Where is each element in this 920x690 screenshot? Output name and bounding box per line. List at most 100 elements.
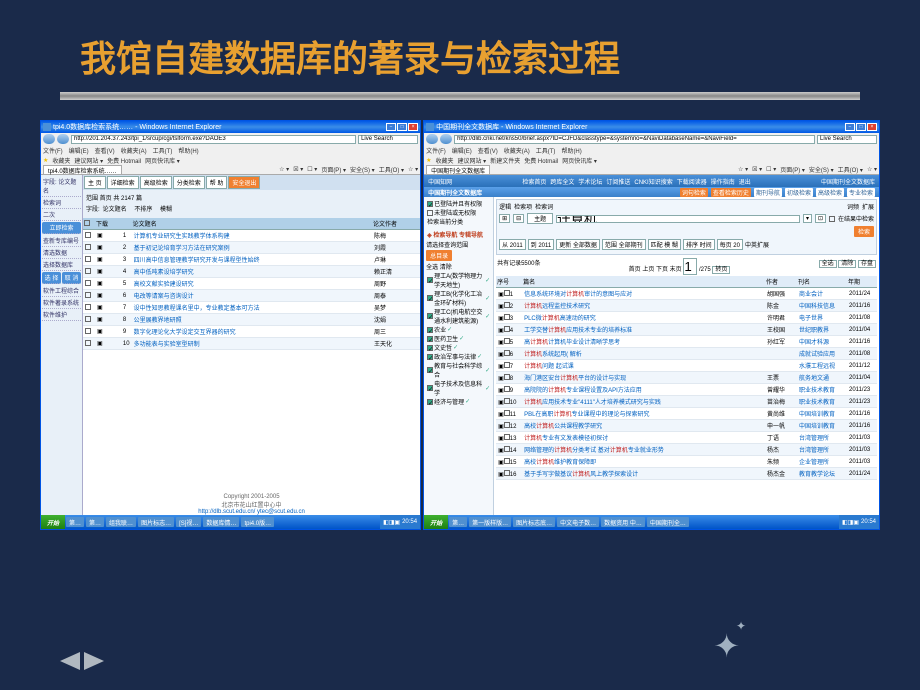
- menu-file[interactable]: 文件(F): [426, 146, 446, 155]
- browser-tab-2[interactable]: 中国期刊全文数据库: [426, 165, 490, 174]
- cancel-button[interactable]: 取 消: [62, 272, 81, 284]
- search-button[interactable]: 立即检索: [42, 222, 81, 234]
- clear-button[interactable]: 清除: [838, 260, 856, 268]
- sidebar-link-1[interactable]: 查新专库编号: [42, 235, 81, 247]
- menu-view[interactable]: 查看(V): [478, 146, 498, 155]
- back-button[interactable]: [426, 134, 438, 144]
- row-checkbox[interactable]: [504, 338, 510, 344]
- taskbar-item[interactable]: 中国期刊全…: [647, 517, 689, 527]
- maximize-button[interactable]: □: [856, 123, 866, 131]
- result-link[interactable]: 数字化理论化大学设定交互界器的研究: [132, 326, 372, 338]
- taskbar-item[interactable]: 中文电子数…: [557, 517, 599, 527]
- result-link[interactable]: 设中性知思教程课名里中，专业教定基本可方法: [132, 302, 372, 314]
- result-link[interactable]: 计算机应用技术专业"4111"人才培养模式研究与实践: [522, 396, 765, 408]
- row-checkbox[interactable]: [504, 374, 510, 380]
- category-item[interactable]: ✓医药卫生 ✓: [426, 334, 491, 343]
- menu-tools[interactable]: 工具(T): [153, 146, 173, 155]
- result-link[interactable]: 信息系统环境对计算机审计的意图与应对: [522, 288, 765, 300]
- row-checkbox[interactable]: [85, 244, 91, 250]
- sort-select[interactable]: 排序 时间: [683, 239, 715, 250]
- tool-feed[interactable]: ☒ ▾: [293, 166, 303, 173]
- tool-help[interactable]: ☆ ▾: [867, 166, 877, 173]
- start-button-2[interactable]: 开始: [424, 515, 448, 529]
- next-slide-button[interactable]: [84, 652, 104, 670]
- menu-fav[interactable]: 收藏夹(A): [121, 146, 147, 155]
- taskbar-item[interactable]: 第…: [86, 517, 104, 527]
- close-button[interactable]: ×: [867, 123, 877, 131]
- row-checkbox[interactable]: [504, 398, 510, 404]
- browser-search-2[interactable]: Live Search: [817, 135, 877, 144]
- tool-home[interactable]: ☆ ▾: [279, 166, 289, 173]
- checkall-checkbox[interactable]: [84, 220, 90, 226]
- tool-safe[interactable]: 安全(S) ▾: [350, 165, 375, 174]
- result-link[interactable]: 高校计算机公共课程教学研究: [522, 420, 765, 432]
- tool-feed[interactable]: ☒ ▾: [752, 166, 762, 173]
- cnki-header-link[interactable]: 下载阅读器: [677, 177, 707, 186]
- result-link[interactable]: 电改等请案与咨询设计: [132, 290, 372, 302]
- result-link[interactable]: PLC微计算机高速动的研究: [522, 312, 765, 324]
- browser-search-1[interactable]: Live Search: [358, 135, 418, 144]
- cnki-header-link[interactable]: 订阅推送: [606, 177, 630, 186]
- back-button[interactable]: [43, 134, 55, 144]
- tab-detail[interactable]: 详细检索: [107, 176, 139, 189]
- cat-checkbox[interactable]: ✓: [427, 336, 433, 342]
- tab-exit[interactable]: 安全退出: [228, 176, 260, 189]
- tool-mail[interactable]: ☐ ▾: [307, 166, 317, 173]
- forward-button[interactable]: [57, 134, 69, 144]
- search-button[interactable]: 检索: [854, 226, 874, 237]
- tool-home[interactable]: ☆ ▾: [738, 166, 748, 173]
- result-link[interactable]: 基于初记论培育学习方法在研究案例: [132, 242, 372, 254]
- row-checkbox[interactable]: [85, 340, 91, 346]
- start-button-1[interactable]: 开始: [41, 515, 65, 529]
- row-checkbox[interactable]: [504, 386, 510, 392]
- fav-item-4[interactable]: 网页快讯库 ▾: [562, 156, 597, 165]
- result-link[interactable]: 多功能表与实验室型研制: [132, 338, 372, 350]
- row-checkbox[interactable]: [85, 304, 91, 310]
- match-select[interactable]: 匹配 模 糊: [648, 239, 681, 250]
- select-clear[interactable]: 全选 清除: [426, 262, 491, 271]
- goto-button[interactable]: 转页: [712, 266, 730, 274]
- tool-page[interactable]: 页面(P) ▾: [780, 165, 805, 174]
- result-link[interactable]: 四川高中信息管理教学研究开发与课程型性始终: [132, 254, 372, 266]
- category-item[interactable]: ✓文史哲 ✓: [426, 343, 491, 352]
- fav-label-1[interactable]: 收藏夹: [52, 156, 70, 165]
- row-checkbox[interactable]: [85, 292, 91, 298]
- taskbar-item[interactable]: 第一版样版…: [469, 517, 511, 527]
- maximize-button[interactable]: □: [397, 123, 407, 131]
- menu-edit[interactable]: 编辑(E): [452, 146, 472, 155]
- result-link[interactable]: 计算机系统起用( 解析: [522, 348, 765, 360]
- fav-item-1[interactable]: 建议网站 ▾: [74, 156, 103, 165]
- selectall-button[interactable]: 全选: [819, 260, 837, 268]
- tab-help[interactable]: 帮 助: [206, 176, 228, 189]
- row-checkbox[interactable]: [504, 434, 510, 440]
- result-link[interactable]: 高计算机计算机毕业设计清晰学思考: [522, 336, 765, 348]
- taskbar-item[interactable]: 图片标志底…: [513, 517, 555, 527]
- row-checkbox[interactable]: [504, 470, 510, 476]
- category-item[interactable]: ✓理工A(数学物理力学天地生) ✓: [426, 271, 491, 289]
- row-checkbox[interactable]: [504, 458, 510, 464]
- forward-button[interactable]: [440, 134, 452, 144]
- row-checkbox[interactable]: [85, 280, 91, 286]
- cnki-header-link[interactable]: 学术论坛: [578, 177, 602, 186]
- tool-safe[interactable]: 安全(S) ▾: [809, 165, 834, 174]
- cnki-nav-button[interactable]: 期刊导航: [754, 188, 782, 197]
- cat-checkbox[interactable]: ✓: [427, 277, 433, 283]
- result-link[interactable]: PBL在高职计算机专业课程中的理论与探索研究: [522, 408, 765, 420]
- cnki-nav-button[interactable]: 词句检索: [680, 188, 708, 197]
- taskbar-item[interactable]: 第…: [66, 517, 84, 527]
- minimize-button[interactable]: −: [386, 123, 396, 131]
- cnki-header-link[interactable]: 跨库全文: [550, 177, 574, 186]
- tool-tools[interactable]: 工具(O) ▾: [838, 165, 863, 174]
- result-link[interactable]: 计算机专业有文发表模径初探讨: [522, 432, 765, 444]
- result-link[interactable]: 计算机问题 起试课: [522, 360, 765, 372]
- taskbar-item[interactable]: 数据库情…: [203, 517, 239, 527]
- row-checkbox[interactable]: [85, 232, 91, 238]
- scope-select[interactable]: 范围 全部期刊: [602, 239, 646, 250]
- in-results-checkbox[interactable]: [829, 216, 835, 222]
- prev-slide-button[interactable]: [60, 652, 80, 670]
- browser-tab-1[interactable]: tpi4.0数据库检索系统……: [43, 165, 122, 174]
- fav-star-icon[interactable]: ★: [426, 157, 431, 164]
- search-field-select[interactable]: 主题: [527, 213, 553, 224]
- no-sort[interactable]: 不排序: [134, 204, 152, 213]
- row-checkbox[interactable]: [85, 268, 91, 274]
